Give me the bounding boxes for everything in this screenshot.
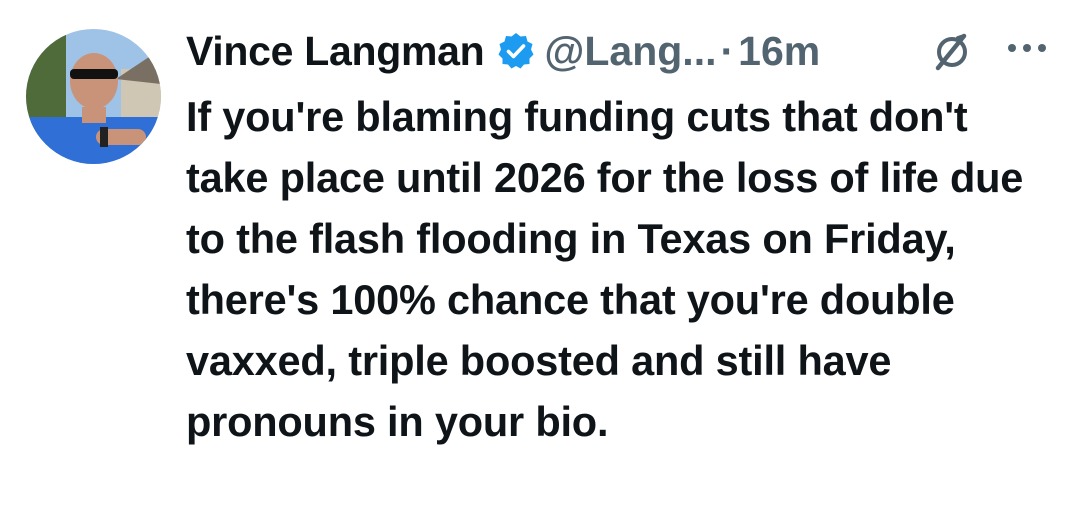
tweet-card: Vince Langman @Lang... · 16m If you're b… — [0, 0, 1080, 512]
avatar-photo — [26, 29, 161, 164]
separator-dot: · — [720, 27, 735, 74]
timestamp[interactable]: 16m — [738, 28, 820, 75]
verified-badge-icon — [496, 31, 536, 71]
author-name[interactable]: Vince Langman — [186, 28, 485, 75]
more-options-icon[interactable] — [1004, 36, 1050, 60]
author-handle[interactable]: @Lang... — [544, 28, 716, 75]
grok-icon[interactable] — [928, 28, 976, 76]
avatar[interactable] — [26, 29, 161, 164]
tweet-text: If you're blaming funding cuts that don'… — [186, 93, 1024, 445]
